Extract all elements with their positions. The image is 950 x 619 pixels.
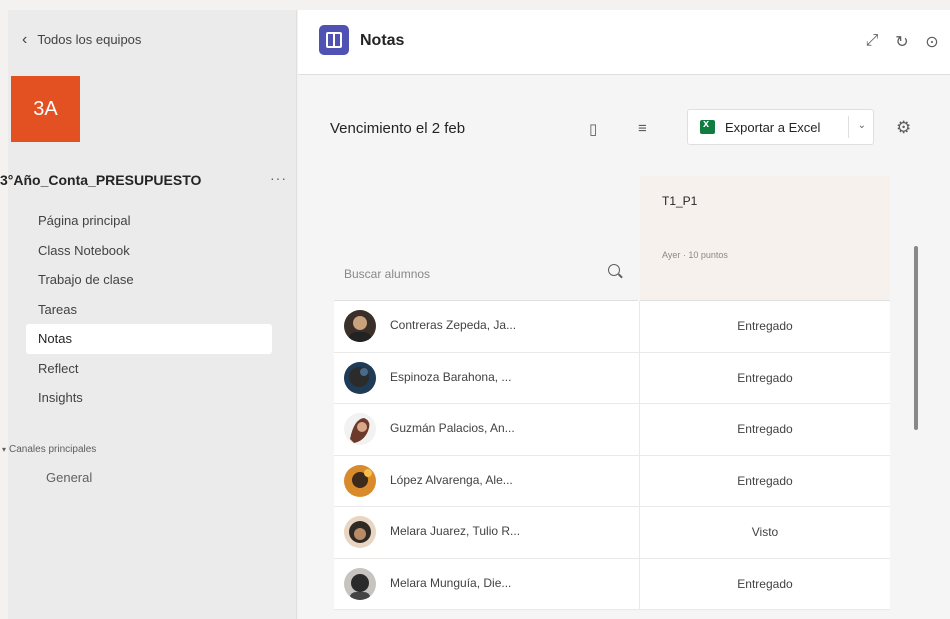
table-row: López Alvarenga, Ale... Entregado (334, 455, 890, 507)
student-cell[interactable]: Melara Munguía, Die... (334, 558, 640, 609)
student-name: Melara Munguía, Die... (390, 575, 512, 590)
page-title: Notas (360, 32, 405, 49)
student-name: López Alvarenga, Ale... (390, 472, 513, 487)
back-label: Todos los equipos (37, 32, 142, 47)
grades-app-icon (319, 25, 349, 55)
grades-toolbar: Vencimiento el 2 feb ▯ ≡ Exportar a Exce… (298, 76, 950, 176)
chevron-down-icon[interactable]: ⌄ (858, 120, 866, 131)
student-name: Espinoza Barahona, ... (390, 369, 512, 384)
refresh-icon[interactable]: ↻ (892, 32, 912, 52)
table-row: Melara Juarez, Tulio R... Visto (334, 507, 890, 559)
channel-general[interactable]: General (46, 470, 92, 485)
sidebar-item-notas[interactable]: Notas (26, 324, 272, 354)
export-label: Exportar a Excel (725, 119, 821, 135)
channels-header-label: Canales principales (9, 444, 97, 455)
chevron-left-icon: ‹ (22, 30, 28, 48)
student-name: Contreras Zepeda, Ja... (390, 318, 517, 332)
header-actions: ⤢ ↻ ⊙ (862, 32, 942, 52)
team-name: 3°Año_Conta_PRESUPUESTO (0, 172, 202, 188)
expand-icon[interactable]: ⤢ (862, 32, 882, 52)
sidebar-item-tareas[interactable]: Tareas (26, 295, 272, 325)
sidebar-item-insights[interactable]: Insights (26, 383, 272, 413)
student-name: Guzmán Palacios, An... (390, 421, 515, 435)
avatar (344, 567, 376, 600)
student-search (334, 247, 638, 301)
student-cell[interactable]: López Alvarenga, Ale... (334, 455, 640, 506)
app-header: Notas ⤢ ↻ ⊙ (298, 10, 950, 75)
avatar (344, 361, 376, 394)
table-row: Contreras Zepeda, Ja... Entregado (334, 301, 890, 353)
more-options-icon[interactable]: ··· (270, 170, 287, 186)
caret-down-icon: ▾ (2, 445, 7, 454)
assignment-column-header[interactable]: T1_P1 Ayer · 10 puntos (640, 176, 890, 301)
student-cell[interactable]: Espinoza Barahona, ... (334, 352, 640, 403)
status-cell[interactable]: Visto (640, 507, 890, 558)
table-row: Guzmán Palacios, An... Entregado (334, 404, 890, 456)
search-input[interactable] (334, 259, 594, 289)
assignment-title: T1_P1 (662, 194, 698, 208)
channels-header[interactable]: ▾ Canales principales (2, 444, 96, 455)
student-cell[interactable]: Guzmán Palacios, An... (334, 404, 640, 455)
avatar (344, 413, 376, 445)
team-initials: 3A (33, 97, 58, 120)
student-cell[interactable]: Contreras Zepeda, Ja... (334, 301, 640, 352)
avatar (344, 464, 376, 497)
table-row: Espinoza Barahona, ... Entregado (334, 352, 890, 404)
team-avatar: 3A (11, 76, 80, 142)
student-name: Melara Juarez, Tulio R... (390, 524, 521, 538)
gear-icon[interactable]: ⚙ (896, 118, 911, 138)
status-cell[interactable]: Entregado (640, 404, 890, 455)
vertical-scrollbar[interactable] (914, 246, 918, 430)
search-icon[interactable] (608, 264, 620, 276)
info-icon[interactable]: ⊙ (922, 32, 942, 52)
document-icon[interactable]: ▯ (589, 120, 597, 138)
table-row: Melara Munguía, Die... Entregado (334, 558, 890, 610)
status-cell[interactable]: Entregado (640, 301, 890, 352)
due-date-label: Vencimiento el 2 feb (330, 120, 466, 137)
main-panel: Notas ⤢ ↻ ⊙ Vencimiento el 2 feb ▯ ≡ Exp… (298, 10, 950, 619)
avatar (344, 310, 376, 342)
assignment-meta: Ayer · 10 puntos (662, 250, 728, 260)
export-to-excel-button[interactable]: Exportar a Excel ⌄ (687, 109, 874, 145)
sidebar-item-class-notebook[interactable]: Class Notebook (26, 236, 272, 266)
excel-icon (700, 118, 715, 134)
avatar (344, 516, 376, 548)
status-cell[interactable]: Entregado (640, 456, 890, 507)
split-divider (848, 116, 849, 138)
team-nav: Página principal Class Notebook Trabajo … (26, 206, 272, 413)
sidebar-item-pagina-principal[interactable]: Página principal (26, 206, 272, 236)
back-to-teams-link[interactable]: ‹ Todos los equipos (22, 30, 142, 48)
status-cell[interactable]: Entregado (640, 559, 890, 610)
filter-icon[interactable]: ≡ (638, 120, 647, 137)
student-cell[interactable]: Melara Juarez, Tulio R... (334, 507, 640, 558)
left-sidebar: ‹ Todos los equipos 3A 3°Año_Conta_PRESU… (0, 10, 297, 619)
status-cell[interactable]: Entregado (640, 353, 890, 404)
sidebar-item-trabajo-de-clase[interactable]: Trabajo de clase (26, 265, 272, 295)
sidebar-item-reflect[interactable]: Reflect (26, 354, 272, 384)
student-rows: Contreras Zepeda, Ja... Entregado Espino… (334, 301, 890, 610)
